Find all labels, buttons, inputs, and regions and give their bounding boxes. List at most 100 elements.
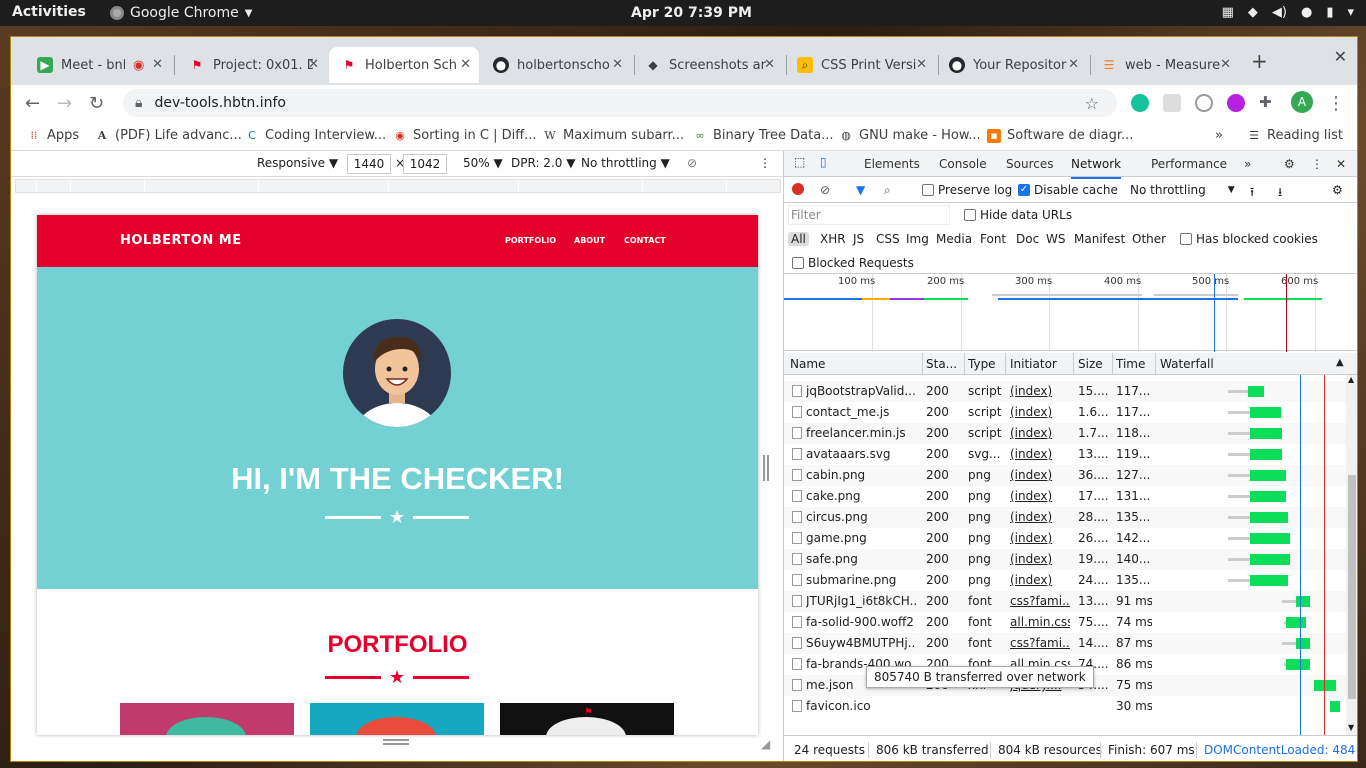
cell-initiator[interactable]: (index) xyxy=(1010,405,1070,419)
waterfall-bar[interactable] xyxy=(1286,617,1306,628)
type-filter-other[interactable]: Other xyxy=(1132,232,1166,246)
column-name[interactable]: Name xyxy=(790,357,825,371)
bookmark-apps[interactable]: ⁞⁞ Apps xyxy=(27,128,80,143)
devtools-menu-icon[interactable]: ⋮ xyxy=(1311,157,1323,171)
bookmark-item[interactable]: A (PDF) Life advanc... xyxy=(95,128,242,143)
grammarly-icon[interactable] xyxy=(1131,94,1149,112)
tab-holberton-active[interactable]: ⚑ Holberton Sch ✕ xyxy=(329,47,479,83)
inspect-element-icon[interactable]: ⬚ xyxy=(794,155,805,169)
sort-ascending-icon[interactable]: ▲ xyxy=(1336,357,1344,368)
tabs-overflow-button[interactable]: » xyxy=(1244,157,1251,171)
waterfall-bar[interactable] xyxy=(1250,512,1288,523)
type-filter-doc[interactable]: Doc xyxy=(1016,232,1039,246)
tab-console[interactable]: Console xyxy=(939,157,987,171)
tab-sources[interactable]: Sources xyxy=(1006,157,1053,171)
bookmark-item[interactable]: ◉ Sorting in C | Diff... xyxy=(393,128,536,143)
address-bar[interactable]: 🔒︎ dev-tools.hbtn.info ☆ xyxy=(123,89,1117,117)
device-toggle-icon[interactable]: ▯ xyxy=(820,155,827,169)
viewport-width-input[interactable]: 1440 xyxy=(347,154,391,174)
forward-button[interactable]: → xyxy=(57,93,72,114)
profile-avatar[interactable]: A xyxy=(1291,91,1313,113)
waterfall-bar[interactable] xyxy=(1250,428,1282,439)
table-row[interactable]: JTURjIg1_i6t8kCH... 200 font css?fami... 13.… xyxy=(784,591,1346,612)
type-filter-all[interactable]: All xyxy=(788,232,809,246)
extension-icon[interactable] xyxy=(1163,94,1181,112)
media-query-ruler[interactable] xyxy=(15,179,781,193)
tab-web-measure[interactable]: ☰ web - Measure ✕ xyxy=(1089,47,1239,83)
export-har-icon[interactable]: ⭳ xyxy=(1278,183,1282,204)
waterfall-bar[interactable] xyxy=(1250,470,1286,481)
waterfall-bar[interactable] xyxy=(1296,638,1310,649)
cell-initiator[interactable]: (index) xyxy=(1010,447,1070,461)
device-throttling-select[interactable]: No throttling ▼ xyxy=(581,156,670,170)
cell-initiator[interactable]: (index) xyxy=(1010,510,1070,524)
cell-initiator[interactable]: (index) xyxy=(1010,384,1070,398)
waterfall-bar[interactable] xyxy=(1330,701,1340,712)
tab-performance[interactable]: Performance xyxy=(1151,157,1227,171)
zoom-select[interactable]: 50% ▼ xyxy=(463,156,503,170)
type-filter-manifest[interactable]: Manifest xyxy=(1074,232,1125,246)
extension-icon[interactable] xyxy=(1227,94,1245,112)
table-row[interactable]: circus.png 200 png (index) 28.... 135... xyxy=(784,507,1346,528)
table-row[interactable]: jqBootstrapValid... 200 script (index) 15...… xyxy=(784,381,1346,402)
bookmark-item[interactable]: W Maximum subarr... xyxy=(543,128,684,143)
table-row[interactable]: favicon.ico 30 ms xyxy=(784,696,1346,717)
tab-project[interactable]: ⚑ Project: 0x01. D ✕ xyxy=(177,47,327,83)
window-close-button[interactable]: ✕ xyxy=(1334,47,1347,66)
import-har-icon[interactable]: ⭱ xyxy=(1250,183,1254,204)
requests-scrollbar[interactable]: ▲ ▼ xyxy=(1346,375,1357,735)
close-tab-icon[interactable]: ✕ xyxy=(1220,57,1231,72)
system-tray[interactable]: ▦ ◆ ◀) ● ▮ ▾ xyxy=(1222,5,1354,20)
waterfall-bar[interactable] xyxy=(1250,533,1290,544)
table-row[interactable]: game.png 200 png (index) 26.... 142... xyxy=(784,528,1346,549)
clear-icon[interactable]: ⊘ xyxy=(820,183,830,197)
gear-icon[interactable]: ⚙ xyxy=(1284,157,1295,171)
table-row[interactable]: safe.png 200 png (index) 19.... 140... xyxy=(784,549,1346,570)
viewport-height-input[interactable]: 1042 xyxy=(403,154,447,174)
network-settings-gear-icon[interactable]: ⚙ xyxy=(1332,183,1343,197)
waterfall-bar[interactable] xyxy=(1250,575,1288,586)
resize-handle-right[interactable] xyxy=(763,455,769,481)
reading-list-button[interactable]: ☰ Reading list xyxy=(1247,128,1343,143)
resize-corner-icon[interactable]: ◢ xyxy=(761,737,770,751)
filter-input[interactable]: Filter xyxy=(788,205,950,225)
type-filter-css[interactable]: CSS xyxy=(876,232,900,246)
dpr-select[interactable]: DPR: 2.0 ▼ xyxy=(511,156,575,170)
column-time[interactable]: Time xyxy=(1116,357,1145,371)
waterfall-bar[interactable] xyxy=(1250,407,1281,418)
extension-icon[interactable] xyxy=(1195,94,1213,112)
column-waterfall[interactable]: Waterfall xyxy=(1160,357,1214,371)
waterfall-bar[interactable] xyxy=(1250,491,1286,502)
tab-css-print[interactable]: ⌕ CSS Print Versi ✕ xyxy=(785,47,935,83)
waterfall-bar[interactable] xyxy=(1314,680,1336,691)
portfolio-card[interactable]: ⚑ xyxy=(500,703,674,735)
scrollbar-thumb[interactable] xyxy=(1348,475,1356,699)
close-devtools-icon[interactable]: ✕ xyxy=(1336,157,1346,171)
clock[interactable]: Apr 20 7:39 PM xyxy=(631,5,752,21)
extensions-puzzle-icon[interactable]: ✚ xyxy=(1259,93,1272,111)
close-tab-icon[interactable]: ✕ xyxy=(1068,57,1079,72)
record-button[interactable] xyxy=(792,183,804,195)
close-tab-icon[interactable]: ✕ xyxy=(460,57,471,72)
table-row[interactable]: cabin.png 200 png (index) 36.... 127... xyxy=(784,465,1346,486)
close-tab-icon[interactable]: ✕ xyxy=(612,57,623,72)
tab-your-repositories[interactable]: ● Your Repositor ✕ xyxy=(937,47,1087,83)
portfolio-card[interactable] xyxy=(120,703,294,735)
bookmark-item[interactable]: ◍ GNU make - How... xyxy=(839,128,980,143)
new-tab-button[interactable]: + xyxy=(1251,49,1268,73)
type-filter-img[interactable]: Img xyxy=(906,232,929,246)
type-filter-ws[interactable]: WS xyxy=(1046,232,1065,246)
resize-handle-bottom[interactable] xyxy=(383,739,409,745)
tab-screenshots[interactable]: ◆ Screenshots ar ✕ xyxy=(633,47,783,83)
column-type[interactable]: Type xyxy=(968,357,996,371)
cell-initiator[interactable]: (index) xyxy=(1010,573,1070,587)
scroll-down-icon[interactable]: ▼ xyxy=(1348,723,1354,732)
tab-github-holberton[interactable]: ● holbertonscho ✕ xyxy=(481,47,631,83)
search-icon[interactable]: ⌕ xyxy=(884,183,891,198)
waterfall-bar[interactable] xyxy=(1250,449,1282,460)
cell-initiator[interactable]: (index) xyxy=(1010,426,1070,440)
hide-data-urls-checkbox[interactable]: Hide data URLs xyxy=(964,208,1072,222)
disable-cache-checkbox[interactable]: ✓ Disable cache xyxy=(1018,183,1118,197)
nav-link-contact[interactable]: CONTACT xyxy=(624,236,666,245)
portfolio-card[interactable] xyxy=(310,703,484,735)
